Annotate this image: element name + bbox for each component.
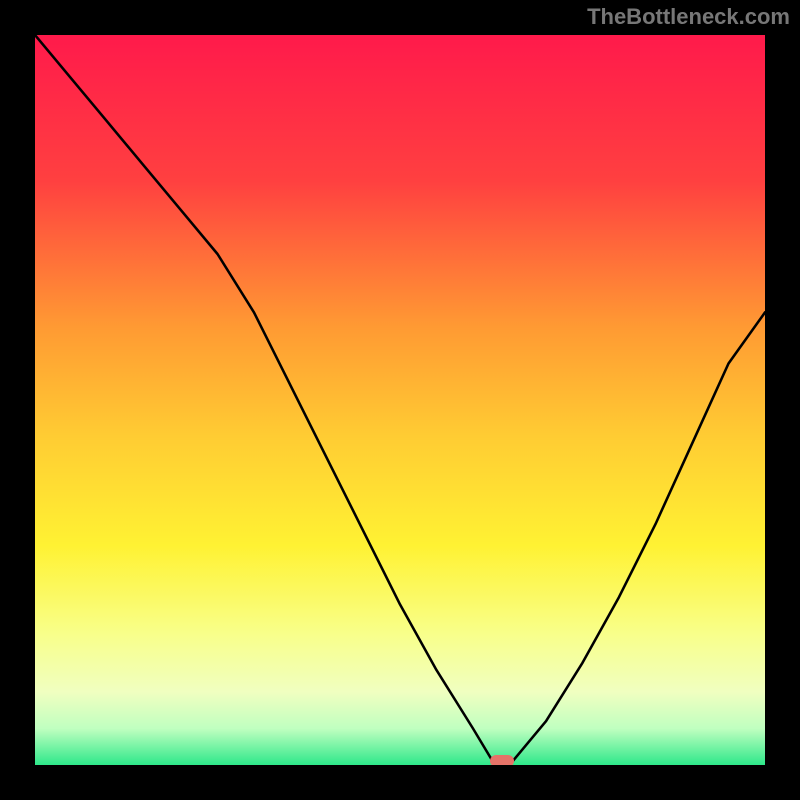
- watermark-text: TheBottleneck.com: [587, 4, 790, 30]
- bottleneck-curve: [35, 35, 765, 765]
- optimal-point-marker: [490, 755, 514, 765]
- chart-container: TheBottleneck.com: [0, 0, 800, 800]
- plot-area: [35, 35, 765, 765]
